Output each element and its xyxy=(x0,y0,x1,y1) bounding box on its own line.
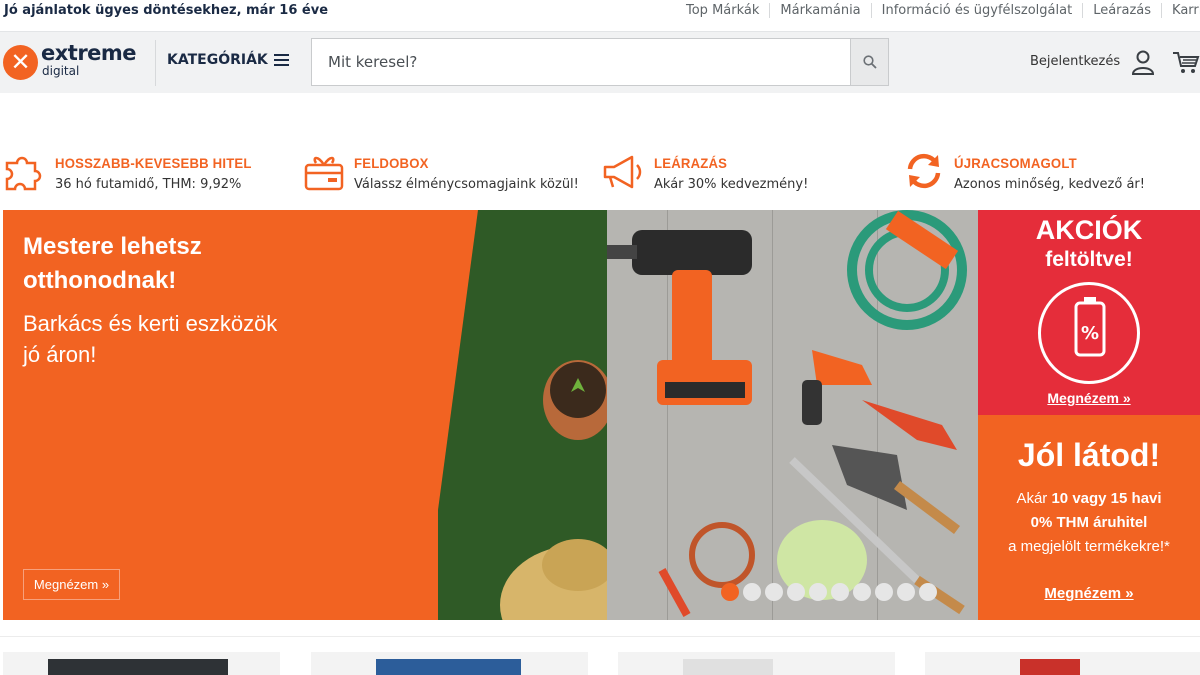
tools-illustration xyxy=(607,210,967,617)
carousel-dot[interactable] xyxy=(787,583,805,601)
carousel-dot[interactable] xyxy=(765,583,783,601)
gift-icon xyxy=(304,156,344,191)
banner-headline-line2: otthonodnak! xyxy=(23,267,177,294)
header-divider xyxy=(155,40,156,86)
main-header: ✕ extreme digital KATEGÓRIÁK Bejelentkez… xyxy=(0,31,1200,93)
product-card-laptop[interactable] xyxy=(3,652,280,675)
product-thumb xyxy=(1020,659,1080,675)
feature-sale-subtitle: Akár 30% kedvezmény! xyxy=(654,177,809,192)
megaphone-icon xyxy=(603,155,642,189)
top-link-career[interactable]: Karrier xyxy=(1161,3,1200,18)
top-link-sale[interactable]: Leárazás xyxy=(1082,3,1161,18)
logo-x-icon: ✕ xyxy=(3,45,38,80)
banner-subline: Barkács és kerti eszközök jó áron! xyxy=(23,308,277,370)
top-link-brand-mania[interactable]: Márkamánia xyxy=(769,3,870,18)
banner-cta-button[interactable]: Megnézem » xyxy=(23,569,120,600)
product-thumb xyxy=(683,659,773,675)
banner-headline: Mestere lehetsz otthonodnak! xyxy=(23,230,202,298)
hero-banner[interactable]: Mestere lehetsz otthonodnak! Barkács és … xyxy=(3,210,978,620)
feature-credit-subtitle: 36 hó futamidő, THM: 9,92% xyxy=(55,177,242,192)
promo-credit-title: Jól látod! xyxy=(1017,437,1161,473)
product-thumb xyxy=(48,659,228,675)
cart-icon[interactable] xyxy=(1172,49,1200,75)
top-utility-bar: Jó ajánlatok ügyes döntésekhez, már 16 é… xyxy=(0,0,1200,24)
categories-label: KATEGÓRIÁK xyxy=(167,52,268,68)
product-card-phones[interactable] xyxy=(311,652,588,675)
top-link-info-support[interactable]: Információ és ügyfélszolgálat xyxy=(870,3,1083,18)
product-card-tool[interactable] xyxy=(925,652,1200,675)
carousel-dot[interactable] xyxy=(809,583,827,601)
feature-feldobox-subtitle: Válassz élménycsomagjaink közül! xyxy=(354,177,579,192)
top-link-top-brands[interactable]: Top Márkák xyxy=(676,3,769,18)
carousel-dot[interactable] xyxy=(897,583,915,601)
svg-text:%: % xyxy=(1081,323,1099,344)
promo-credit-text-thm: 0% THM áruhitel xyxy=(1030,514,1148,531)
hamburger-icon xyxy=(273,54,289,66)
promo-credit-text-months: 10 vagy 15 havi xyxy=(1051,490,1162,507)
user-icon[interactable] xyxy=(1131,49,1155,75)
feature-repackaged-title: ÚJRACSOMAGOLT xyxy=(954,155,1077,171)
top-links: Top Márkák Márkamánia Információ és ügyf… xyxy=(676,3,1200,18)
promo-actions-banner[interactable]: AKCIÓK feltöltve! % Megnézem » xyxy=(978,210,1200,415)
product-card-appliance[interactable] xyxy=(618,652,895,675)
feature-repackaged[interactable]: ÚJRACSOMAGOLT Azonos minőség, kedvező ár… xyxy=(902,145,1192,201)
promo-actions-title: AKCIÓK xyxy=(1035,215,1143,245)
feature-strip: HOSSZABB-KEVESEBB HITEL 36 hó futamidő, … xyxy=(0,145,1200,201)
promo-credit-text-pre: Akár xyxy=(1016,490,1052,507)
carousel-dot[interactable] xyxy=(875,583,893,601)
carousel-dot[interactable] xyxy=(853,583,871,601)
search-input[interactable] xyxy=(312,39,850,85)
promo-credit-banner[interactable]: Jól látod! Akár 10 vagy 15 havi 0% THM á… xyxy=(978,415,1200,620)
feature-feldobox-title: FELDOBOX xyxy=(354,155,429,171)
feature-repackaged-subtitle: Azonos minőség, kedvező ár! xyxy=(954,177,1145,192)
banner-subline-line2: jó áron! xyxy=(23,342,97,367)
banner-headline-line1: Mestere lehetsz xyxy=(23,233,202,260)
promo-actions-subtitle: feltöltve! xyxy=(1045,248,1133,271)
tagline: Jó ajánlatok ügyes döntésekhez, már 16 é… xyxy=(4,3,329,18)
search-box xyxy=(311,38,889,86)
carousel-dot[interactable] xyxy=(919,583,937,601)
site-logo[interactable]: ✕ extreme digital xyxy=(3,41,137,82)
carousel-dot[interactable] xyxy=(743,583,761,601)
logo-word-extreme: extreme xyxy=(41,41,137,65)
banner-tools-image xyxy=(607,210,978,620)
promo-credit-text-marked: a megjelölt termékekre!* xyxy=(1008,538,1170,555)
promo-credit-link[interactable]: Megnézem » xyxy=(978,585,1200,602)
logo-word-digital: digital xyxy=(42,64,80,78)
feature-sale-title: LEÁRAZÁS xyxy=(654,155,728,171)
puzzle-icon xyxy=(5,156,42,191)
carousel-dot[interactable] xyxy=(721,583,739,601)
carousel-dot[interactable] xyxy=(831,583,849,601)
feature-credit-title: HOSSZABB-KEVESEBB HITEL xyxy=(55,155,252,171)
product-thumb xyxy=(376,659,521,675)
product-card-row xyxy=(0,652,1200,675)
carousel-dots xyxy=(721,583,941,601)
feature-sale[interactable]: LEÁRAZÁS Akár 30% kedvezmény! xyxy=(602,145,892,201)
refresh-icon xyxy=(907,153,941,189)
battery-percent-icon: % xyxy=(1038,282,1140,384)
promo-credit-text: Akár 10 vagy 15 havi 0% THM áruhitel a m… xyxy=(978,487,1200,559)
feature-feldobox[interactable]: FELDOBOX Válassz élménycsomagjaink közül… xyxy=(302,145,592,201)
section-separator xyxy=(0,636,1200,637)
promo-actions-link[interactable]: Megnézem » xyxy=(978,390,1200,406)
feature-credit[interactable]: HOSSZABB-KEVESEBB HITEL 36 hó futamidő, … xyxy=(3,145,293,201)
categories-menu-button[interactable]: KATEGÓRIÁK xyxy=(167,52,289,68)
search-icon xyxy=(862,55,877,69)
search-button[interactable] xyxy=(850,39,888,85)
banner-subline-line1: Barkács és kerti eszközök xyxy=(23,311,278,336)
login-link[interactable]: Bejelentkezés xyxy=(1030,54,1120,69)
